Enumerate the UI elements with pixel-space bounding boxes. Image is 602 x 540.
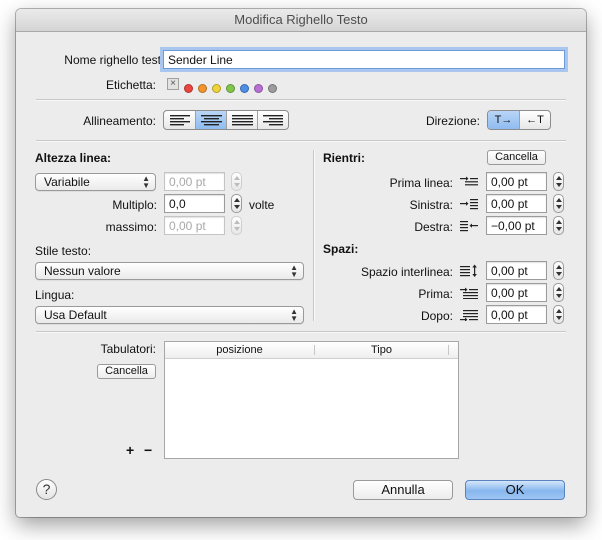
remove-tab-button[interactable]: − (144, 443, 152, 457)
direction-rtl-segment[interactable]: ←T (520, 111, 550, 129)
direction-label: Direzione: (425, 114, 480, 128)
popup-arrows-icon: ▲ ▼ (290, 307, 298, 323)
label-color-swatch[interactable] (226, 84, 235, 93)
indents-heading: Rientri: (323, 151, 365, 165)
tabs-table-header: posizione Tipo (165, 342, 458, 359)
right-indent-input[interactable]: −0,00 pt (486, 216, 547, 235)
first-line-indent-icon (460, 176, 478, 186)
line-height-heading: Altezza linea: (35, 151, 112, 165)
line-spacing-label: Spazio interlinea: (360, 265, 453, 279)
column-header-position[interactable]: posizione (165, 342, 314, 358)
multiple-unit: volte (249, 198, 275, 212)
popup-arrows-icon: ▲ ▼ (142, 174, 150, 190)
multiple-stepper[interactable] (231, 194, 242, 213)
cancel-button[interactable]: Annulla (353, 480, 453, 500)
space-before-label: Prima: (418, 287, 453, 301)
space-before-input[interactable]: 0,00 pt (486, 283, 547, 302)
label-color-swatch[interactable] (212, 84, 221, 93)
align-left-segment[interactable] (164, 111, 196, 129)
ok-button[interactable]: OK (465, 480, 565, 500)
label-color-swatch[interactable] (184, 84, 193, 93)
left-indent-stepper[interactable] (553, 194, 564, 213)
line-spacing-stepper[interactable] (553, 261, 564, 280)
text-style-label: Stile testo: (35, 244, 92, 258)
line-height-mode-popup[interactable]: Variabile ▲ ▼ (35, 173, 156, 191)
language-label: Lingua: (35, 288, 75, 302)
direction-segmented-control: T→ ←T (487, 110, 551, 130)
separator (36, 331, 566, 333)
ruler-name-label: Nome righello testo: (64, 53, 171, 67)
maximum-input[interactable]: 0,00 pt (164, 216, 225, 235)
text-style-value: Nessun valore (44, 264, 121, 278)
line-height-fixed-stepper[interactable] (231, 172, 242, 191)
space-before-icon (460, 287, 478, 299)
first-line-label: Prima linea: (389, 176, 453, 190)
ruler-name-input[interactable]: Sender Line (163, 50, 565, 69)
alignment-segmented-control (163, 110, 289, 130)
multiple-input[interactable]: 0,0 (164, 194, 225, 213)
alignment-label: Allineamento: (83, 114, 156, 128)
space-before-stepper[interactable] (553, 283, 564, 302)
tabs-cancel-button[interactable]: Cancella (97, 364, 156, 379)
right-indent-icon (460, 221, 478, 232)
add-tab-button[interactable]: + (126, 443, 134, 457)
space-after-label: Dopo: (420, 309, 453, 323)
text-style-popup[interactable]: Nessun valore ▲ ▼ (35, 262, 304, 280)
label-color-swatch[interactable] (198, 84, 207, 93)
first-line-input[interactable]: 0,00 pt (486, 172, 547, 191)
line-height-fixed-input[interactable]: 0,00 pt (164, 172, 225, 191)
line-spacing-icon (460, 264, 477, 277)
indents-cancel-button[interactable]: Cancella (487, 150, 546, 165)
align-center-icon (201, 115, 222, 126)
popup-arrows-icon: ▲ ▼ (290, 263, 298, 279)
maximum-label: massimo: (105, 220, 157, 234)
label-color-swatch[interactable] (240, 84, 249, 93)
align-right-icon (263, 115, 283, 126)
space-after-stepper[interactable] (553, 305, 564, 324)
left-indent-input[interactable]: 0,00 pt (486, 194, 547, 213)
align-justify-icon (232, 115, 253, 126)
line-spacing-input[interactable]: 0,00 pt (486, 261, 547, 280)
align-justify-segment[interactable] (227, 111, 258, 129)
multiple-label: Multiplo: (112, 198, 157, 212)
tabs-table[interactable]: posizione Tipo (164, 341, 459, 459)
column-divider (448, 345, 449, 355)
language-value: Usa Default (44, 308, 107, 322)
align-right-segment[interactable] (258, 111, 288, 129)
right-indent-stepper[interactable] (553, 216, 564, 235)
left-indent-label: Sinistra: (409, 198, 453, 212)
no-label-swatch[interactable]: × (167, 78, 179, 90)
space-after-input[interactable]: 0,00 pt (486, 305, 547, 324)
tabs-label: Tabulatori: (100, 342, 156, 356)
maximum-stepper[interactable] (231, 216, 242, 235)
separator (36, 99, 566, 101)
right-indent-label: Destra: (414, 220, 453, 234)
spacing-heading: Spazi: (323, 242, 359, 256)
space-after-icon (460, 310, 478, 321)
help-button[interactable]: ? (36, 479, 57, 500)
column-separator (313, 150, 315, 321)
first-line-stepper[interactable] (553, 172, 564, 191)
language-popup[interactable]: Usa Default ▲ ▼ (35, 306, 304, 324)
edit-text-ruler-dialog: Modifica Righello Testo Nome righello te… (16, 9, 586, 517)
window-title: Modifica Righello Testo (16, 9, 586, 32)
align-left-icon (170, 115, 190, 126)
left-indent-icon (460, 199, 478, 210)
direction-ltr-segment[interactable]: T→ (488, 111, 520, 129)
label-tag-label: Etichetta: (105, 78, 156, 92)
separator (36, 140, 566, 142)
label-color-swatch[interactable] (254, 84, 263, 93)
line-height-mode-value: Variabile (44, 175, 90, 189)
label-color-swatch[interactable] (268, 84, 277, 93)
column-header-type[interactable]: Tipo (315, 342, 448, 358)
align-center-segment[interactable] (196, 111, 227, 129)
